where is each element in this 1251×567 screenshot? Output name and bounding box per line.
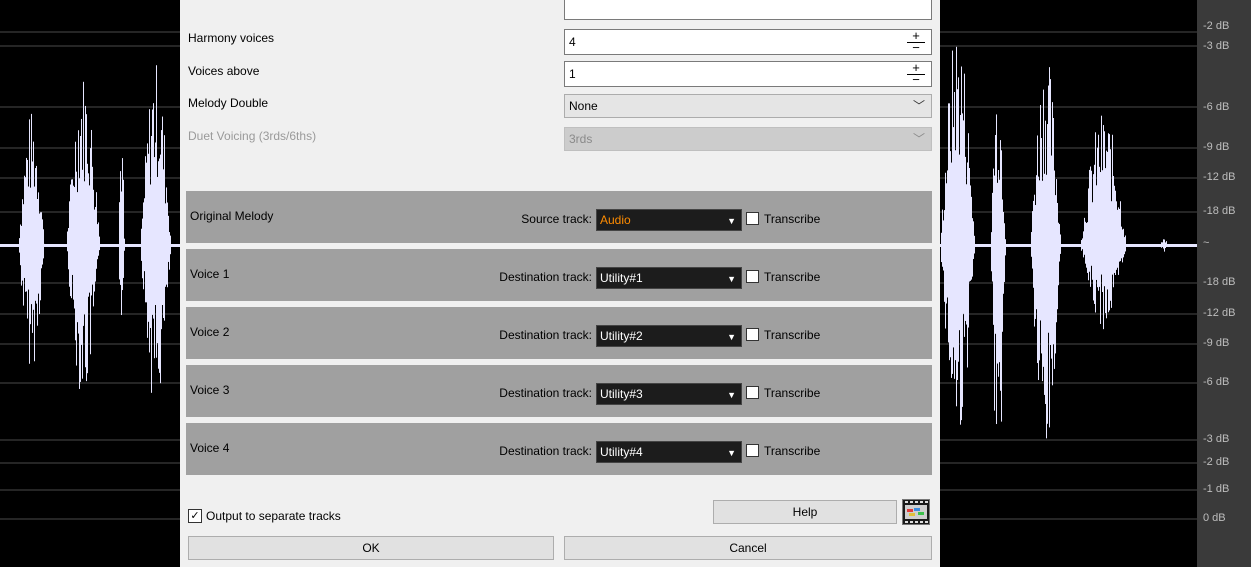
output-separate-checkbox[interactable]: ✓ xyxy=(188,509,202,523)
db-label: -6 dB xyxy=(1203,101,1230,113)
db-label: -2 dB xyxy=(1203,456,1230,468)
voices-above-label: Voices above xyxy=(188,64,260,78)
track-row-dest-label: Source track: xyxy=(521,212,592,226)
track-row-name: Original Melody xyxy=(190,209,274,223)
destination-track-value: Utility#2 xyxy=(600,329,643,343)
duet-voicing-value: 3rds xyxy=(569,132,593,146)
spin-buttons[interactable]: + − xyxy=(907,61,925,86)
chevron-down-icon: ▼ xyxy=(727,448,736,458)
chevron-down-icon: ▼ xyxy=(727,274,736,284)
destination-track-dropdown[interactable]: Utility#2 ▼ xyxy=(596,325,742,347)
db-label: -3 dB xyxy=(1203,433,1230,445)
track-row-dest-label: Destination track: xyxy=(499,270,592,284)
track-row-voice-1: Voice 1 Destination track: Utility#1 ▼ T… xyxy=(186,249,932,301)
track-row-name: Voice 1 xyxy=(190,267,230,281)
transcribe-checkbox[interactable] xyxy=(746,328,759,341)
voices-above-spinner[interactable]: 1 + − xyxy=(564,61,932,87)
db-label: -1 dB xyxy=(1203,483,1230,495)
transcribe-checkbox[interactable] xyxy=(746,386,759,399)
chevron-down-icon: ﹀ xyxy=(912,132,925,146)
harmony-voices-spinner[interactable]: 4 + − xyxy=(564,29,932,55)
db-label: -12 dB xyxy=(1203,307,1236,319)
source-track-dropdown[interactable]: Audio ▼ xyxy=(596,209,742,231)
db-label: -2 dB xyxy=(1203,20,1230,32)
checkmark-icon: ✓ xyxy=(190,510,200,522)
output-separate-label: Output to separate tracks xyxy=(206,509,341,523)
transcribe-label: Transcribe xyxy=(764,270,821,284)
melody-double-value: None xyxy=(569,99,598,113)
harmony-dialog: Harmony voices 4 + − Voices above 1 + − … xyxy=(180,0,940,567)
duet-voicing-label: Duet Voicing (3rds/6ths) xyxy=(188,129,317,143)
track-row-name: Voice 2 xyxy=(190,325,230,339)
transcribe-label: Transcribe xyxy=(764,386,821,400)
track-row-name: Voice 3 xyxy=(190,383,230,397)
minus-icon[interactable]: − xyxy=(907,73,925,86)
destination-track-value: Utility#1 xyxy=(600,271,643,285)
voices-above-value: 1 xyxy=(569,67,576,81)
db-label: ~ xyxy=(1203,237,1210,249)
chevron-down-icon: ▼ xyxy=(727,216,736,226)
harmony-voices-label: Harmony voices xyxy=(188,31,275,45)
destination-track-value: Utility#4 xyxy=(600,445,643,459)
ok-button[interactable]: OK xyxy=(188,536,554,560)
help-button[interactable]: Help xyxy=(713,500,897,524)
db-label: -18 dB xyxy=(1203,276,1236,288)
db-label: -9 dB xyxy=(1203,141,1230,153)
melody-double-select[interactable]: None ﹀ xyxy=(564,94,932,118)
db-label: -6 dB xyxy=(1203,376,1230,388)
destination-track-dropdown[interactable]: Utility#3 ▼ xyxy=(596,383,742,405)
db-label: -18 dB xyxy=(1203,205,1236,217)
track-row-original-melody: Original Melody Source track: Audio ▼ Tr… xyxy=(186,191,932,243)
track-row-name: Voice 4 xyxy=(190,441,230,455)
track-row-dest-label: Destination track: xyxy=(499,328,592,342)
track-row-voice-3: Voice 3 Destination track: Utility#3 ▼ T… xyxy=(186,365,932,417)
minus-icon[interactable]: − xyxy=(907,41,925,54)
transcribe-checkbox[interactable] xyxy=(746,270,759,283)
transcribe-checkbox[interactable] xyxy=(746,444,759,457)
chevron-down-icon: ﹀ xyxy=(912,99,925,113)
film-strip-icon[interactable] xyxy=(902,499,930,525)
spin-buttons[interactable]: + − xyxy=(907,29,925,54)
db-label: -9 dB xyxy=(1203,337,1230,349)
track-row-dest-label: Destination track: xyxy=(499,386,592,400)
track-row-voice-4: Voice 4 Destination track: Utility#4 ▼ T… xyxy=(186,423,932,475)
db-label: -3 dB xyxy=(1203,40,1230,52)
chevron-down-icon: ▼ xyxy=(727,332,736,342)
track-row-dest-label: Destination track: xyxy=(499,444,592,458)
db-label: -12 dB xyxy=(1203,171,1236,183)
track-row-voice-2: Voice 2 Destination track: Utility#2 ▼ T… xyxy=(186,307,932,359)
transcribe-label: Transcribe xyxy=(764,444,821,458)
db-label: 0 dB xyxy=(1203,512,1226,524)
transcribe-label: Transcribe xyxy=(764,328,821,342)
transcribe-checkbox[interactable] xyxy=(746,212,759,225)
destination-track-dropdown[interactable]: Utility#1 ▼ xyxy=(596,267,742,289)
transcribe-label: Transcribe xyxy=(764,212,821,226)
source-track-value: Audio xyxy=(600,213,631,227)
melody-double-label: Melody Double xyxy=(188,96,269,110)
destination-track-value: Utility#3 xyxy=(600,387,643,401)
cancel-button[interactable]: Cancel xyxy=(564,536,932,560)
top-input-field[interactable] xyxy=(564,0,932,20)
duet-voicing-select[interactable]: 3rds ﹀ xyxy=(564,127,932,151)
harmony-voices-value: 4 xyxy=(569,35,576,49)
destination-track-dropdown[interactable]: Utility#4 ▼ xyxy=(596,441,742,463)
chevron-down-icon: ▼ xyxy=(727,390,736,400)
